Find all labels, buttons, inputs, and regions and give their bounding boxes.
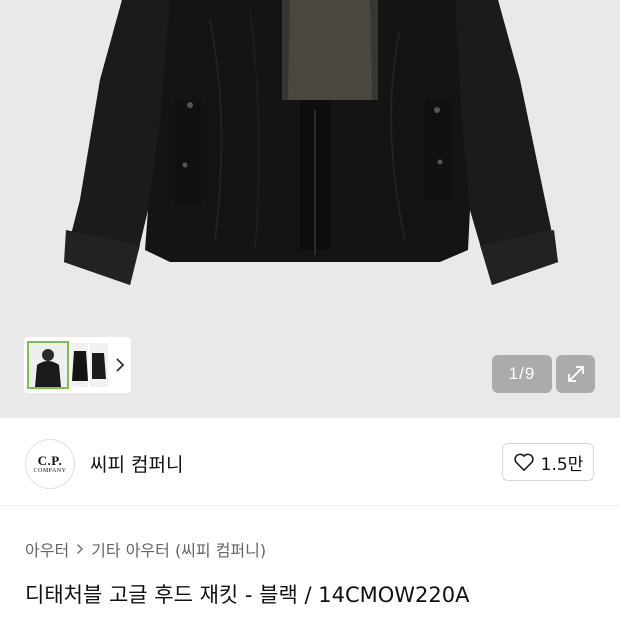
thumbnail-jacket-image	[70, 343, 89, 387]
expand-image-button[interactable]	[556, 355, 595, 393]
chevron-right-icon	[77, 543, 84, 555]
thumbnail-model-image	[29, 343, 67, 387]
product-image-gallery[interactable]: 1/9	[0, 0, 620, 418]
thumbnail-item[interactable]	[90, 343, 109, 387]
breadcrumb-item-outer[interactable]: 아우터	[25, 537, 69, 561]
breadcrumb-separator	[76, 543, 84, 555]
like-button[interactable]: 1.5만	[502, 443, 594, 481]
breadcrumb: 아우터 기타 아우터 (씨피 컴퍼니)	[25, 537, 266, 561]
image-counter: 1/9	[492, 355, 552, 393]
thumbnail-jacket-back-image	[90, 343, 109, 387]
chevron-right-icon	[116, 358, 125, 372]
thumbnail-next-button[interactable]	[112, 341, 128, 389]
expand-arrows-icon	[567, 366, 584, 382]
heart-outline-icon	[513, 453, 534, 471]
thumbnail-strip[interactable]	[24, 337, 131, 393]
brand-logo-main-text: C.P.	[37, 452, 63, 468]
thumbnail-selected[interactable]	[27, 341, 69, 389]
brand-name-link[interactable]: 씨피 컴퍼니	[90, 450, 183, 477]
brand-row: C.P. COMPANY 씨피 컴퍼니 1.5만	[0, 418, 620, 506]
brand-logo[interactable]: C.P. COMPANY	[25, 439, 75, 489]
like-count: 1.5만	[540, 454, 584, 475]
product-title: 디태처블 고글 후드 재킷 - 블랙 / 14CMOW220A	[25, 583, 470, 607]
brand-logo-sub-text: COMPANY	[33, 467, 67, 474]
thumbnail-item[interactable]	[70, 343, 89, 387]
breadcrumb-item-other-outer[interactable]: 기타 아우터 (씨피 컴퍼니)	[91, 537, 266, 561]
